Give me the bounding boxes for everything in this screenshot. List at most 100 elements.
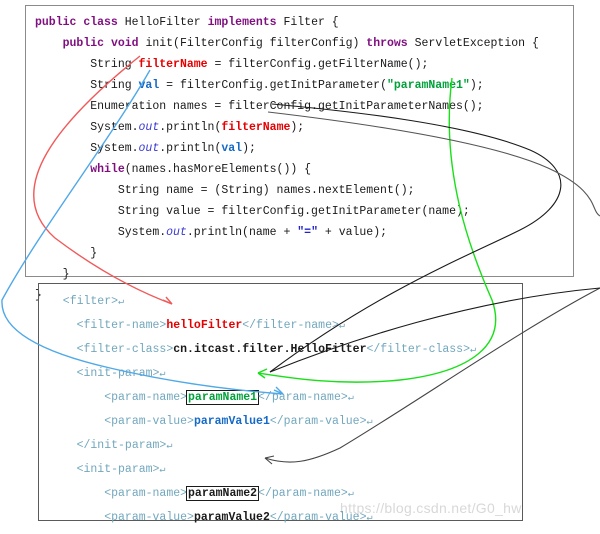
code-token: ServletException {: [407, 37, 539, 50]
xml-config-line: <param-name>paramName1</param-name>↵: [39, 386, 522, 410]
code-token: );: [469, 79, 484, 92]
code-token: }: [35, 247, 98, 260]
code-token: "=": [297, 226, 318, 239]
xml-token: ↵: [347, 393, 354, 404]
code-token: out: [138, 142, 160, 155]
xml-token: ↵: [118, 297, 125, 308]
java-code-lines: public class HelloFilter implements Filt…: [26, 12, 573, 306]
xml-token: <init-param>: [49, 463, 160, 476]
code-token: val: [221, 142, 243, 155]
xml-token: </filter-class>: [366, 343, 470, 356]
xml-token: cn.itcast.filter.HelloFilter: [173, 343, 367, 356]
xml-token: <filter-class>: [49, 343, 174, 356]
xml-token: </param-name>: [258, 487, 348, 500]
code-token: public: [62, 37, 105, 50]
xml-config-line: <init-param>↵: [39, 458, 522, 482]
code-token: .println(: [159, 142, 222, 155]
java-code-line: System.out.println(val);: [26, 138, 573, 159]
java-code-line: Enumeration names = filterConfig.getInit…: [26, 96, 573, 117]
code-token: String name = (String) names.nextElement…: [35, 184, 415, 197]
xml-token: ↵: [159, 465, 166, 476]
code-token: val: [138, 79, 160, 92]
java-code-panel: public class HelloFilter implements Filt…: [25, 5, 574, 302]
xml-token: helloFilter: [166, 319, 243, 332]
code-token: out: [138, 121, 160, 134]
screenshot-root: public class HelloFilter implements Filt…: [0, 0, 600, 534]
code-token: filterName: [138, 58, 208, 71]
java-code-line: public void init(FilterConfig filterConf…: [26, 33, 573, 54]
highlighted-token: paramName2: [186, 486, 260, 501]
code-token: = filterConfig.getInitParameter(: [159, 79, 387, 92]
xml-token: ↵: [166, 441, 173, 452]
code-token: .println(: [159, 121, 222, 134]
xml-config-line: <param-value>paramValue2</param-value>↵: [39, 506, 522, 530]
java-code-line: String value = filterConfig.getInitParam…: [26, 201, 573, 222]
code-token: String: [35, 79, 139, 92]
xml-config-line: <filter>↵: [39, 290, 522, 314]
xml-config-line: <param-name>paramName2</param-name>↵: [39, 482, 522, 506]
highlighted-token: paramName1: [186, 390, 260, 405]
code-token: HelloFilter: [117, 16, 208, 29]
xml-token: paramValue1: [193, 415, 270, 428]
xml-config-line: </init-param>↵: [39, 434, 522, 458]
code-token: (names.hasMoreElements()) {: [124, 163, 312, 176]
xml-token: <filter-name>: [49, 319, 167, 332]
java-code-line: String filterName = filterConfig.getFilt…: [26, 54, 573, 75]
xml-config-line: <init-param>↵: [39, 362, 522, 386]
xml-token: <param-value>: [49, 511, 194, 524]
code-token: "paramName1": [387, 79, 470, 92]
java-code-line: }: [26, 243, 573, 264]
code-token: throws: [366, 37, 408, 50]
xml-token: ↵: [338, 321, 345, 332]
xml-config-panel: <filter>↵ <filter-name>helloFilter</filt…: [38, 283, 523, 524]
code-token: Enumeration names = filterConfig.getInit…: [35, 100, 484, 113]
code-token: implements: [207, 16, 277, 29]
java-code-line: while(names.hasMoreElements()) {: [26, 159, 573, 180]
xml-config-line: </init-param>↵: [39, 530, 522, 534]
code-token: class: [83, 16, 118, 29]
code-token: .println(name +: [186, 226, 298, 239]
xml-token: <param-value>: [49, 415, 194, 428]
code-token: );: [290, 121, 305, 134]
xml-token: </init-param>: [49, 439, 167, 452]
xml-config-line: <filter-name>helloFilter</filter-name>↵: [39, 314, 522, 338]
code-token: );: [242, 142, 256, 155]
xml-token: <filter>: [49, 295, 119, 308]
code-token: public: [35, 16, 77, 29]
code-token: init(FilterConfig filterConfig): [138, 37, 367, 50]
xml-token: </param-name>: [258, 391, 348, 404]
code-token: Filter {: [276, 16, 339, 29]
code-token: + value);: [317, 226, 387, 239]
xml-token: ↵: [366, 513, 373, 524]
xml-config-line: <param-value>paramValue1</param-value>↵: [39, 410, 522, 434]
code-token: out: [166, 226, 187, 239]
xml-token: ↵: [366, 417, 373, 428]
xml-token: ↵: [347, 489, 354, 500]
xml-token: <param-name>: [49, 487, 188, 500]
code-token: while: [90, 163, 125, 176]
java-code-line: System.out.println(filterName);: [26, 117, 573, 138]
xml-token: <param-name>: [49, 391, 188, 404]
xml-config-line: <filter-class>cn.itcast.filter.HelloFilt…: [39, 338, 522, 362]
code-token: = filterConfig.getFilterName();: [207, 58, 429, 71]
code-token: String: [35, 58, 139, 71]
code-token: }: [35, 268, 70, 281]
code-token: filterName: [221, 121, 291, 134]
java-code-line: String val = filterConfig.getInitParamet…: [26, 75, 573, 96]
xml-token: </param-value>: [269, 511, 367, 524]
code-token: void: [110, 37, 139, 50]
code-token: System.: [35, 121, 139, 134]
code-token: System.: [35, 226, 167, 239]
xml-token: <init-param>: [49, 367, 160, 380]
java-code-line: public class HelloFilter implements Filt…: [26, 12, 573, 33]
java-code-line: String name = (String) names.nextElement…: [26, 180, 573, 201]
xml-token: ↵: [470, 345, 477, 356]
xml-token: paramValue2: [193, 511, 270, 524]
xml-token: ↵: [159, 369, 166, 380]
xml-config-lines: <filter>↵ <filter-name>helloFilter</filt…: [39, 290, 522, 534]
xml-token: </param-value>: [269, 415, 367, 428]
code-token: System.: [35, 142, 139, 155]
